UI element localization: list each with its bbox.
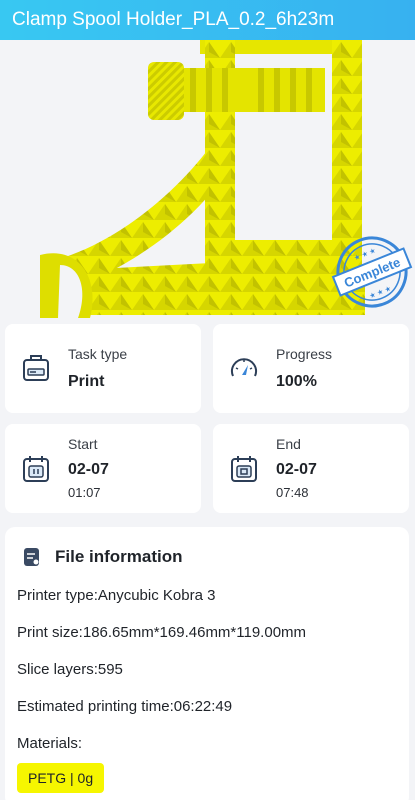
end-card: End 02-07 07:48: [213, 424, 409, 513]
gauge-icon: [231, 358, 257, 377]
progress-value: 100%: [276, 373, 317, 390]
end-date: 02-07: [276, 461, 317, 478]
task-type-icon: [23, 355, 49, 381]
start-time: 01:07: [68, 485, 101, 500]
start-label: Start: [68, 436, 98, 452]
progress-card: Progress 100%: [213, 324, 409, 413]
printer-type: Printer type:Anycubic Kobra 3: [17, 587, 216, 604]
task-type-value: Print: [68, 373, 105, 390]
estimated-printing-time: Estimated printing time:06:22:49: [17, 698, 233, 715]
document-icon: [24, 548, 39, 566]
file-information-card: File information Printer type:Anycubic K…: [5, 527, 409, 800]
file-information-header: File information: [23, 547, 183, 567]
model-preview: Complete ★ ★ ★ ★ ★ ★: [0, 40, 415, 318]
material-chip: PETG | 0g: [17, 763, 105, 793]
start-card: Start 02-07 01:07: [5, 424, 201, 513]
file-information-title: File information: [55, 547, 183, 566]
end-label: End: [276, 436, 301, 452]
slice-layers: Slice layers:595: [17, 661, 123, 678]
svg-text:★ ★ ★: ★ ★ ★: [368, 284, 392, 300]
page-title: Clamp Spool Holder_PLA_0.2_6h23m: [12, 9, 335, 30]
app-header: Clamp Spool Holder_PLA_0.2_6h23m: [0, 0, 415, 40]
materials-label: Materials:: [17, 735, 83, 752]
task-type-card: Task type Print: [5, 324, 201, 413]
model-preview-image: Complete ★ ★ ★ ★ ★ ★: [40, 40, 413, 318]
progress-label: Progress: [276, 346, 333, 362]
task-type-label: Task type: [68, 346, 128, 362]
end-time: 07:48: [276, 485, 309, 500]
calendar-pause-icon: [23, 456, 49, 482]
calendar-stop-icon: [231, 456, 257, 482]
start-date: 02-07: [68, 461, 109, 478]
print-size: Print size:186.65mm*169.46mm*119.00mm: [17, 624, 307, 641]
